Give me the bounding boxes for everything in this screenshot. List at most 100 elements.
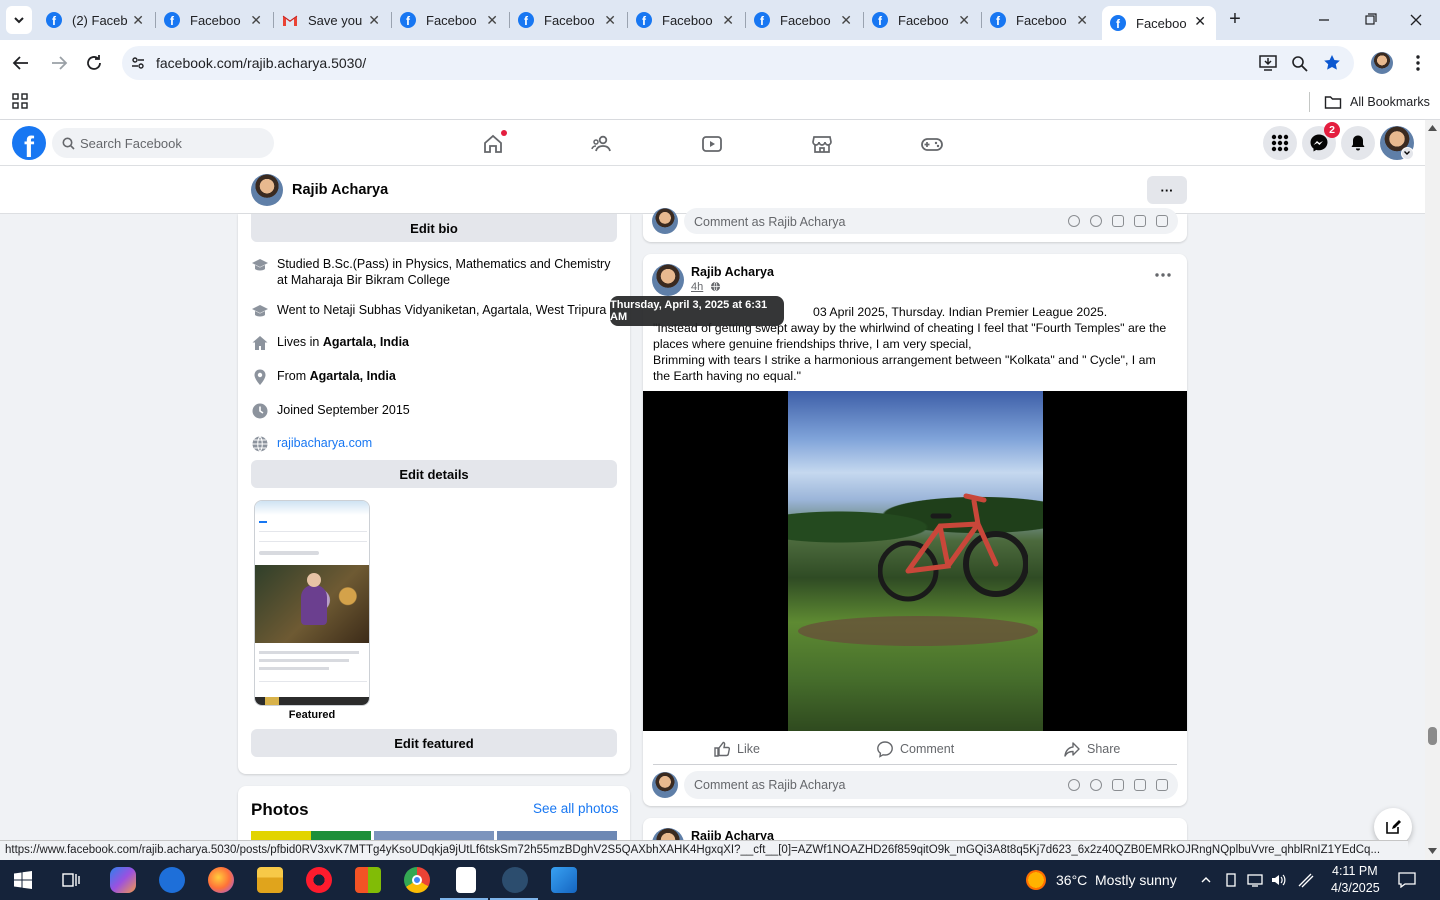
- sticker-icon[interactable]: [1156, 215, 1168, 227]
- post-author-name[interactable]: Rajib Acharya: [691, 829, 774, 840]
- close-icon[interactable]: ✕: [604, 12, 616, 29]
- like-button[interactable]: Like: [713, 738, 773, 760]
- bookmark-star-button[interactable]: [1322, 53, 1342, 73]
- close-icon[interactable]: ✕: [250, 12, 262, 29]
- browser-menu-button[interactable]: [1410, 53, 1426, 73]
- post-author-avatar[interactable]: [652, 828, 684, 840]
- search-input[interactable]: [80, 128, 270, 158]
- restore-button[interactable]: [1358, 10, 1382, 30]
- minimize-button[interactable]: [1312, 10, 1336, 30]
- nav-video[interactable]: [700, 132, 724, 156]
- edit-details-button[interactable]: Edit details: [251, 460, 617, 488]
- close-icon[interactable]: ✕: [1194, 13, 1206, 30]
- browser-tab[interactable]: f Faceboo ✕: [156, 4, 272, 36]
- task-view-button[interactable]: [62, 871, 80, 889]
- profile-avatar[interactable]: [251, 174, 283, 206]
- browser-tab[interactable]: Save you ✕: [274, 4, 390, 36]
- browser-tab-active[interactable]: f Faceboo ✕: [1102, 6, 1216, 40]
- comment-input[interactable]: Comment as Rajib Acharya: [684, 771, 1178, 799]
- browser-profile-avatar[interactable]: [1371, 52, 1393, 74]
- firefox-icon[interactable]: [208, 867, 234, 893]
- install-app-button[interactable]: [1258, 54, 1278, 72]
- clock-time[interactable]: 4:11 PM: [1332, 864, 1378, 878]
- nav-marketplace[interactable]: [810, 132, 834, 156]
- account-chevron[interactable]: [1401, 147, 1414, 160]
- notifications-button[interactable]: [1341, 126, 1375, 160]
- site-info-icon[interactable]: [130, 55, 146, 71]
- notification-center-icon[interactable]: [1398, 872, 1416, 888]
- address-bar[interactable]: facebook.com/rajib.acharya.5030/: [122, 46, 1354, 80]
- photos-app-icon[interactable]: [551, 867, 577, 893]
- see-all-photos-link[interactable]: See all photos: [533, 801, 619, 816]
- copilot-app-icon[interactable]: [110, 867, 136, 893]
- url-text[interactable]: facebook.com/rajib.acharya.5030/: [156, 55, 366, 71]
- browser-tab[interactable]: f Faceboo ✕: [864, 4, 980, 36]
- notepad-icon[interactable]: [456, 867, 476, 893]
- opera-icon[interactable]: [306, 867, 332, 893]
- new-tab-button[interactable]: +: [1222, 8, 1248, 32]
- apps-button[interactable]: [12, 93, 28, 109]
- zoom-button[interactable]: [1290, 54, 1310, 72]
- sticker-icon[interactable]: [1156, 779, 1168, 791]
- camera-icon[interactable]: [1112, 779, 1124, 791]
- nav-friends[interactable]: [591, 132, 615, 156]
- post-author-avatar[interactable]: [652, 264, 684, 296]
- close-icon[interactable]: ✕: [840, 12, 852, 29]
- post-options-button[interactable]: [1153, 268, 1173, 282]
- comment-input[interactable]: Comment as Rajib Acharya: [684, 208, 1178, 234]
- microsoft-store-icon[interactable]: [355, 867, 381, 893]
- profile-name[interactable]: Rajib Acharya: [292, 182, 388, 198]
- volume-icon[interactable]: [1271, 873, 1287, 887]
- weather-temperature[interactable]: 36°C: [1056, 872, 1087, 888]
- network-icon[interactable]: [1247, 873, 1263, 887]
- gif-icon[interactable]: [1134, 215, 1146, 227]
- close-icon[interactable]: ✕: [958, 12, 970, 29]
- close-icon[interactable]: ✕: [722, 12, 734, 29]
- gif-icon[interactable]: [1134, 779, 1146, 791]
- close-icon[interactable]: ✕: [132, 12, 144, 29]
- facebook-logo[interactable]: f: [12, 126, 46, 160]
- scroll-up-arrow-icon[interactable]: [1428, 124, 1437, 132]
- reload-button[interactable]: [83, 52, 105, 74]
- browser-tab[interactable]: f (2) Faceb ✕: [38, 4, 154, 36]
- edit-bio-button[interactable]: Edit bio: [251, 214, 617, 242]
- forward-button[interactable]: [48, 52, 70, 74]
- profile-more-button[interactable]: ···: [1147, 176, 1187, 204]
- all-bookmarks-button[interactable]: All Bookmarks: [1324, 92, 1430, 112]
- close-icon[interactable]: ✕: [486, 12, 498, 29]
- website-link[interactable]: rajibacharya.com: [277, 435, 372, 451]
- close-icon[interactable]: ✕: [1076, 12, 1088, 29]
- browser-tab[interactable]: f Faceboo ✕: [392, 4, 508, 36]
- post-author-name[interactable]: Rajib Acharya: [691, 265, 774, 279]
- intro-item-city[interactable]: Agartala, India: [323, 335, 409, 349]
- post-timestamp[interactable]: 4h: [691, 281, 703, 293]
- close-window-button[interactable]: [1404, 10, 1428, 30]
- browser-tab[interactable]: f Faceboo ✕: [628, 4, 744, 36]
- nav-gaming[interactable]: [920, 132, 944, 156]
- file-explorer-icon[interactable]: [257, 867, 283, 893]
- emoji-icon[interactable]: [1090, 215, 1102, 227]
- camera-icon[interactable]: [1112, 215, 1124, 227]
- device-icon[interactable]: [1224, 873, 1238, 887]
- share-button[interactable]: Share: [1063, 738, 1133, 760]
- search-box[interactable]: [52, 128, 274, 158]
- app-icon[interactable]: [159, 867, 185, 893]
- nav-home[interactable]: [481, 130, 507, 156]
- back-button[interactable]: [10, 52, 32, 74]
- chevron-up-icon[interactable]: [1200, 874, 1212, 886]
- weather-condition[interactable]: Mostly sunny: [1095, 872, 1177, 888]
- comment-button[interactable]: Comment: [876, 738, 966, 760]
- scroll-down-arrow-icon[interactable]: [1428, 847, 1437, 855]
- menu-button[interactable]: [1263, 126, 1297, 160]
- messenger-button[interactable]: 2: [1302, 122, 1340, 160]
- featured-thumbnail[interactable]: [254, 500, 370, 706]
- weather-icon[interactable]: [1026, 870, 1046, 890]
- avatar-sticker-icon[interactable]: [1068, 779, 1080, 791]
- browser-tab[interactable]: f Faceboo ✕: [510, 4, 626, 36]
- clock-date[interactable]: 4/3/2025: [1331, 881, 1380, 895]
- page-scrollbar[interactable]: [1425, 120, 1440, 860]
- pen-icon[interactable]: [1297, 872, 1315, 888]
- emoji-icon[interactable]: [1090, 779, 1102, 791]
- edit-featured-button[interactable]: Edit featured: [251, 729, 617, 757]
- tab-search-button[interactable]: [6, 6, 32, 34]
